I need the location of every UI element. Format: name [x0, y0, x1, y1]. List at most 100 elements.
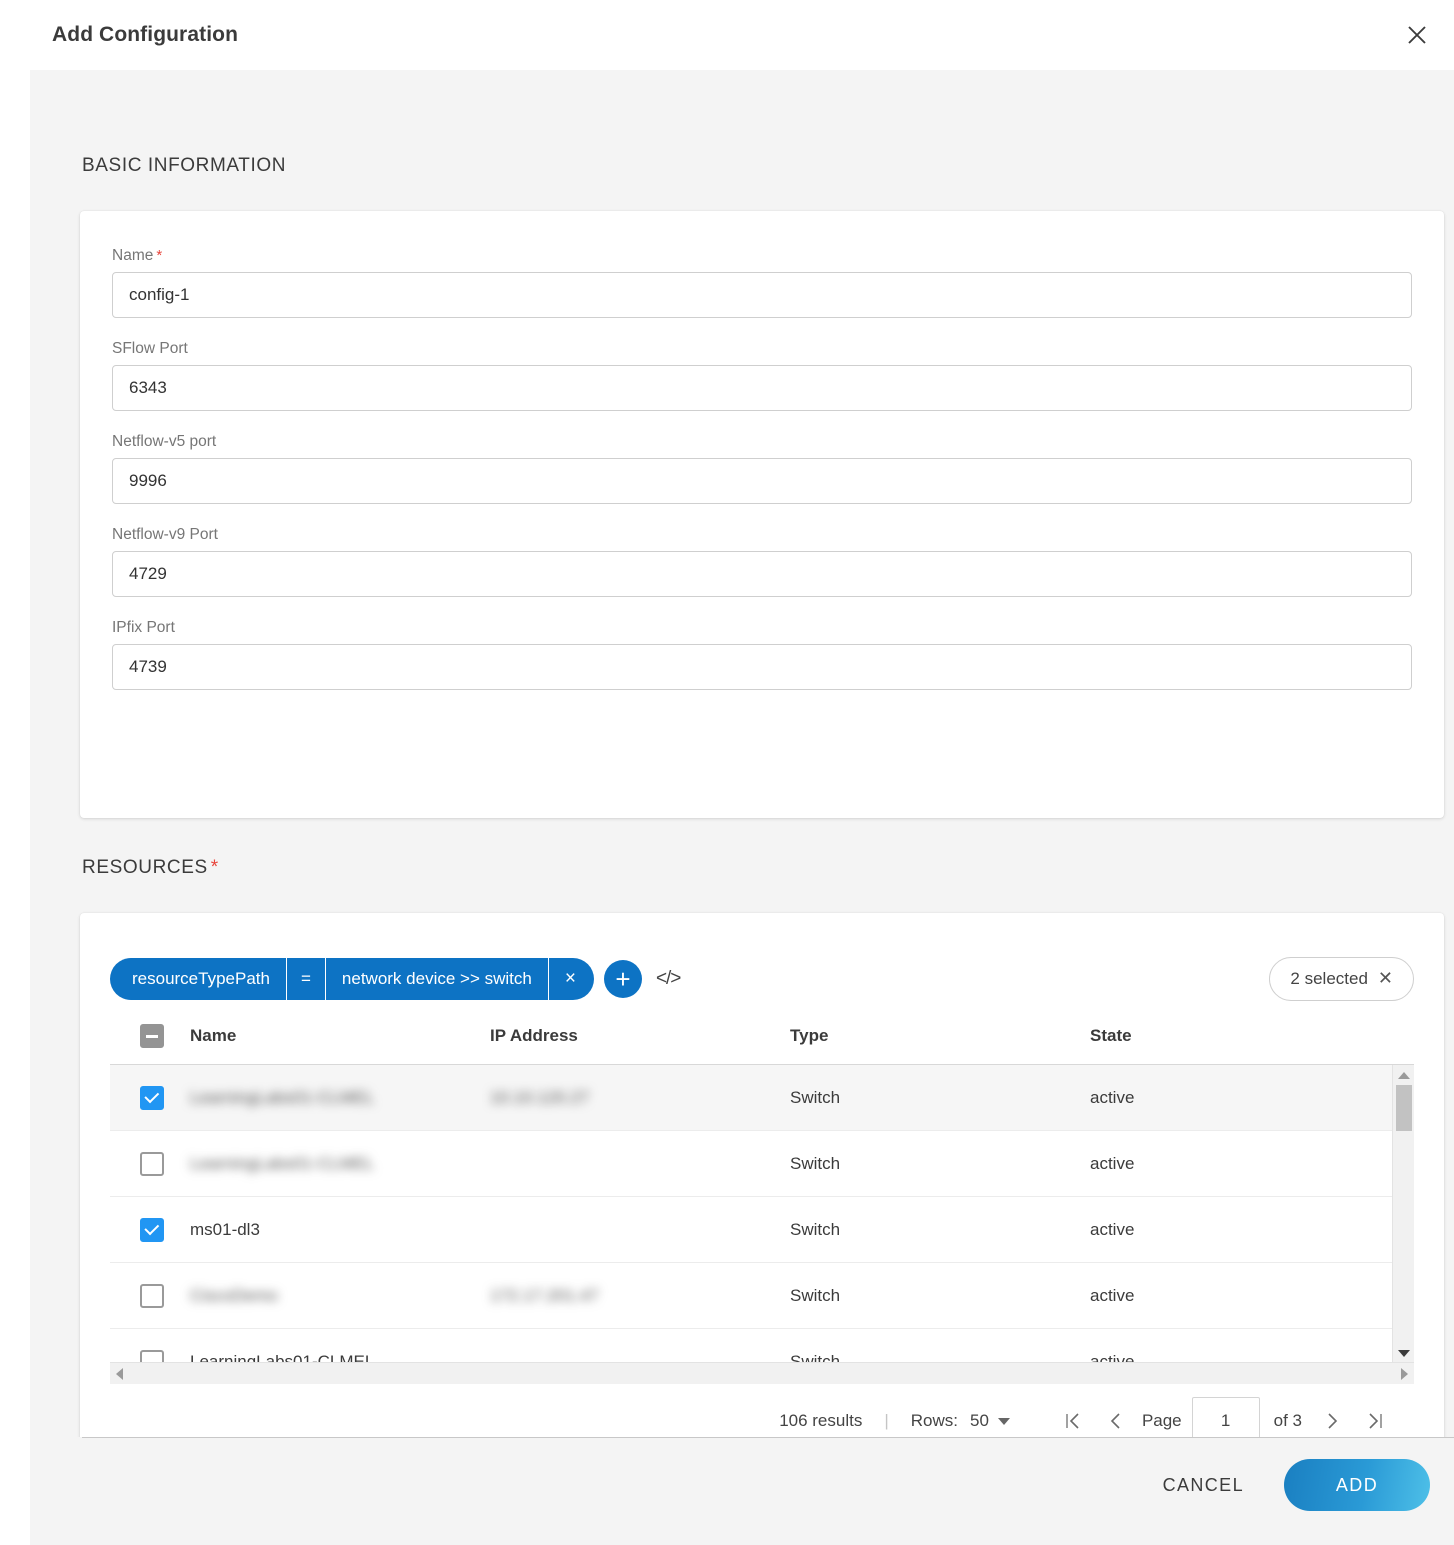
- row-checkbox[interactable]: [140, 1151, 164, 1176]
- table-body: LearningLabs01-CLMEL 10.10.120.27 Switch…: [110, 1064, 1414, 1362]
- cell-type: Switch: [790, 1153, 841, 1173]
- cancel-button[interactable]: CANCEL: [1157, 1463, 1250, 1508]
- table-horizontal-scrollbar[interactable]: [110, 1362, 1414, 1384]
- netflow-v5-port-input[interactable]: [112, 458, 1412, 504]
- cell-name: LearningLabs01-CLMEL: [190, 1153, 375, 1173]
- row-checkbox[interactable]: [140, 1283, 164, 1308]
- cell-name: CiscoDemo: [190, 1285, 278, 1305]
- field-ipfix-port: IPfix Port: [112, 619, 1412, 690]
- table-row[interactable]: ms01-dl3 Switch active: [110, 1197, 1414, 1263]
- table-header-row: Name IP Address Type State: [110, 1008, 1414, 1064]
- filter-chip-operator[interactable]: =: [285, 957, 326, 1000]
- scroll-right-icon[interactable]: [1401, 1367, 1408, 1380]
- resources-table: Name IP Address Type State LearningLabs0…: [110, 1008, 1414, 1384]
- add-filter-button[interactable]: +: [603, 959, 642, 998]
- field-label-name-text: Name: [112, 247, 154, 264]
- selected-count-pill[interactable]: 2 selected ✕: [1269, 956, 1414, 1001]
- basic-information-card: Name* SFlow Port Netflow-v5 port Netflow…: [80, 211, 1444, 818]
- field-netflow-v9-port: Netflow-v9 Port: [112, 526, 1412, 597]
- ipfix-port-input[interactable]: [112, 644, 1412, 690]
- required-asterisk: *: [210, 857, 219, 878]
- dialog-body: BASIC INFORMATION Name* SFlow Port Netfl…: [30, 70, 1454, 1545]
- add-button[interactable]: ADD: [1284, 1459, 1430, 1511]
- dialog-footer: CANCEL ADD: [30, 1437, 1454, 1545]
- row-checkbox[interactable]: [140, 1217, 164, 1242]
- cell-ip-address: 172.17.201.47: [490, 1285, 599, 1305]
- select-all-cell: [110, 1024, 190, 1048]
- footer-divider: [82, 1437, 1454, 1438]
- netflow-v9-port-input[interactable]: [112, 551, 1412, 597]
- field-sflow-port: SFlow Port: [112, 340, 1412, 411]
- page-title: Add Configuration: [52, 23, 238, 46]
- row-select-cell: [110, 1283, 190, 1308]
- row-checkbox[interactable]: [140, 1085, 164, 1110]
- rows-per-page-value: 50: [970, 1411, 989, 1430]
- chevron-down-icon: [997, 1417, 1010, 1425]
- rows-per-page-label: Rows:: [910, 1411, 959, 1430]
- resources-card: resourceTypePath = network device >> swi…: [80, 913, 1444, 1491]
- field-label-sflow-port: SFlow Port: [112, 340, 188, 357]
- row-select-cell: [110, 1217, 190, 1242]
- cell-name: ms01-dl3: [190, 1219, 260, 1239]
- cell-state: active: [1090, 1219, 1135, 1239]
- column-header-state[interactable]: State: [1090, 1026, 1414, 1046]
- cell-type: Switch: [790, 1087, 841, 1107]
- table-row[interactable]: CiscoDemo 172.17.201.47 Switch active: [110, 1263, 1414, 1329]
- field-label-ipfix-port: IPfix Port: [112, 619, 175, 636]
- resources-section-title: RESOURCES *: [30, 857, 219, 879]
- cell-name: LearningLabs01-CLMEL: [190, 1087, 375, 1107]
- field-label-netflow-v9-port: Netflow-v9 Port: [112, 526, 218, 543]
- row-select-cell: [110, 1085, 190, 1110]
- select-all-checkbox[interactable]: [140, 1024, 164, 1048]
- code-view-icon[interactable]: </>: [656, 968, 682, 990]
- selected-count-label: 2 selected: [1290, 968, 1368, 988]
- column-header-type[interactable]: Type: [790, 1026, 1090, 1046]
- pagination-divider: |: [884, 1411, 889, 1430]
- name-input[interactable]: [112, 272, 1412, 318]
- scroll-left-icon[interactable]: [116, 1367, 123, 1380]
- sflow-port-input[interactable]: [112, 365, 1412, 411]
- rows-per-page-select[interactable]: 50: [970, 1411, 1010, 1431]
- next-page-button[interactable]: [1312, 1400, 1354, 1442]
- required-asterisk: *: [156, 247, 163, 264]
- cell-state: active: [1090, 1351, 1135, 1363]
- basic-information-section-title: BASIC INFORMATION: [82, 155, 287, 176]
- table-vertical-scrollbar[interactable]: [1392, 1065, 1414, 1362]
- field-name: Name *: [112, 247, 1412, 318]
- cell-type: Switch: [790, 1285, 841, 1305]
- field-label-name: Name *: [112, 247, 1412, 265]
- cell-name: LearningLabs01-CLMEL: [190, 1351, 375, 1363]
- scroll-down-icon[interactable]: [1397, 1343, 1410, 1362]
- cell-state: active: [1090, 1285, 1135, 1305]
- last-page-button[interactable]: [1354, 1400, 1396, 1442]
- column-header-ip-address[interactable]: IP Address: [490, 1026, 790, 1046]
- table-row[interactable]: LearningLabs01-CLMEL Switch active: [110, 1131, 1414, 1197]
- clear-selection-icon[interactable]: ✕: [1378, 968, 1393, 989]
- resources-section-title-text: RESOURCES: [82, 857, 208, 878]
- field-netflow-v5-port: Netflow-v5 port: [112, 433, 1412, 504]
- filter-chip-value[interactable]: network device >> switch: [325, 957, 548, 1000]
- previous-page-button[interactable]: [1094, 1400, 1136, 1442]
- row-checkbox[interactable]: [140, 1349, 164, 1362]
- cell-ip-address: 10.10.120.27: [490, 1087, 590, 1107]
- table-row[interactable]: LearningLabs01-CLMEL Switch active: [110, 1329, 1414, 1362]
- page-label: Page: [1141, 1411, 1182, 1430]
- dialog-titlebar: Add Configuration: [30, 0, 1454, 70]
- filter-chip-remove-icon[interactable]: ×: [547, 957, 594, 1000]
- cell-state: active: [1090, 1153, 1135, 1173]
- footer-actions: CANCEL ADD: [1157, 1459, 1430, 1511]
- scroll-up-icon[interactable]: [1397, 1065, 1410, 1085]
- filter-chip-key[interactable]: resourceTypePath: [110, 957, 286, 1000]
- first-page-button[interactable]: [1052, 1400, 1094, 1442]
- filter-chip[interactable]: resourceTypePath = network device >> swi…: [110, 957, 594, 1000]
- close-icon[interactable]: [1400, 18, 1434, 52]
- row-select-cell: [110, 1151, 190, 1176]
- results-count: 106 results: [779, 1411, 863, 1430]
- column-header-name[interactable]: Name: [190, 1026, 490, 1046]
- table-row[interactable]: LearningLabs01-CLMEL 10.10.120.27 Switch…: [110, 1065, 1414, 1131]
- cell-state: active: [1090, 1087, 1135, 1107]
- vertical-scrollbar-thumb[interactable]: [1395, 1085, 1412, 1131]
- filter-bar: resourceTypePath = network device >> swi…: [80, 913, 1444, 1008]
- row-select-cell: [110, 1349, 190, 1362]
- field-label-netflow-v5-port: Netflow-v5 port: [112, 433, 217, 450]
